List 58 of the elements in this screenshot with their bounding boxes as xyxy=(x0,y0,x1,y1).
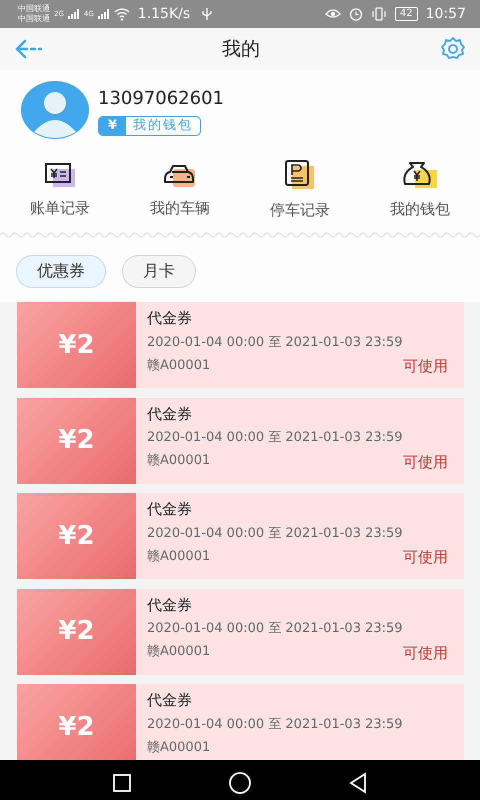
license-plate: 赣A00001 xyxy=(147,452,210,470)
coupon-title: 代金券 xyxy=(147,404,192,424)
shortcut-item[interactable]: 我的钱包 xyxy=(360,150,480,230)
home-icon[interactable] xyxy=(228,770,252,794)
alarm-icon xyxy=(348,7,363,21)
bill-icon xyxy=(43,160,77,189)
coupon-period: 2020-01-04 00:00 至 2021-01-03 23:59 xyxy=(147,334,403,352)
coupon-card[interactable]: 代金券 2020-01-04 00:00 至 2021-01-03 23:59 赣A00001 可使用 xyxy=(136,588,464,674)
coupon-card[interactable]: 代金券 2020-01-04 00:00 至 2021-01-03 23:59 赣A00001 xyxy=(136,684,464,760)
license-plate: 赣A00001 xyxy=(147,643,210,662)
license-plate: 赣A00001 xyxy=(147,548,210,566)
coupon-amount: ¥2 xyxy=(17,684,136,760)
wifi-icon xyxy=(114,8,130,20)
coupon-card[interactable]: 代金券 2020-01-04 00:00 至 2021-01-03 23:59 赣A00001 可使用 xyxy=(136,302,464,388)
coupon-period: 2020-01-04 00:00 至 2021-01-03 23:59 xyxy=(147,429,403,448)
coupon-title: 代金券 xyxy=(147,308,192,329)
vibrate-icon xyxy=(370,7,387,21)
back-nav-icon[interactable] xyxy=(348,772,368,794)
coupon-title: 代金券 xyxy=(147,499,192,520)
page-title: 我的 xyxy=(222,36,260,62)
usb-icon xyxy=(202,7,212,21)
coupon-amount: ¥2 xyxy=(17,398,136,484)
phone-number: 13097062601 xyxy=(98,86,224,110)
signal-icon xyxy=(98,9,110,19)
back-icon[interactable] xyxy=(14,39,42,59)
coupon-status: 可使用 xyxy=(403,547,448,568)
carrier-name: 中国联通 xyxy=(18,4,50,14)
shortcut-item[interactable]: 停车记录 xyxy=(240,150,360,230)
carrier-name: 中国联通 xyxy=(18,14,50,24)
battery-icon: 42 xyxy=(394,7,418,21)
coupon-amount: ¥2 xyxy=(17,493,136,579)
recents-icon[interactable] xyxy=(112,772,132,792)
tab[interactable]: 优惠券 xyxy=(16,254,106,288)
coupon-status: 可使用 xyxy=(403,356,448,378)
clock-time: 10:57 xyxy=(426,4,466,24)
signal-icon xyxy=(68,9,80,19)
tab[interactable]: 月卡 xyxy=(122,254,196,288)
coupon-period: 2020-01-04 00:00 至 2021-01-03 23:59 xyxy=(147,524,403,543)
avatar-icon xyxy=(20,81,90,139)
settings-icon[interactable] xyxy=(440,36,466,62)
coupon-period: 2020-01-04 00:00 至 2021-01-03 23:59 xyxy=(147,716,403,734)
coupon-card[interactable]: 代金券 2020-01-04 00:00 至 2021-01-03 23:59 赣A00001 可使用 xyxy=(136,493,464,579)
money-bag-icon xyxy=(401,160,439,190)
shortcut-item[interactable]: 账单记录 xyxy=(0,150,120,230)
coupon-card[interactable]: 代金券 2020-01-04 00:00 至 2021-01-03 23:59 赣A00001 可使用 xyxy=(136,398,464,484)
coupon-status: 可使用 xyxy=(403,452,448,473)
license-plate: 赣A00001 xyxy=(147,356,210,375)
coupon-status: 可使用 xyxy=(403,642,448,664)
coupon-title: 代金券 xyxy=(147,690,192,711)
license-plate: 赣A00001 xyxy=(147,738,210,757)
coupon-title: 代金券 xyxy=(147,594,192,616)
network-speed: 1.15K/s xyxy=(138,4,190,24)
coupon-period: 2020-01-04 00:00 至 2021-01-03 23:59 xyxy=(147,620,403,638)
eye-icon xyxy=(324,8,341,20)
shortcut-item[interactable]: 我的车辆 xyxy=(120,150,240,230)
coupon-amount: ¥2 xyxy=(17,588,136,674)
coupon-amount: ¥2 xyxy=(17,302,136,388)
parking-sign-icon xyxy=(283,158,317,191)
